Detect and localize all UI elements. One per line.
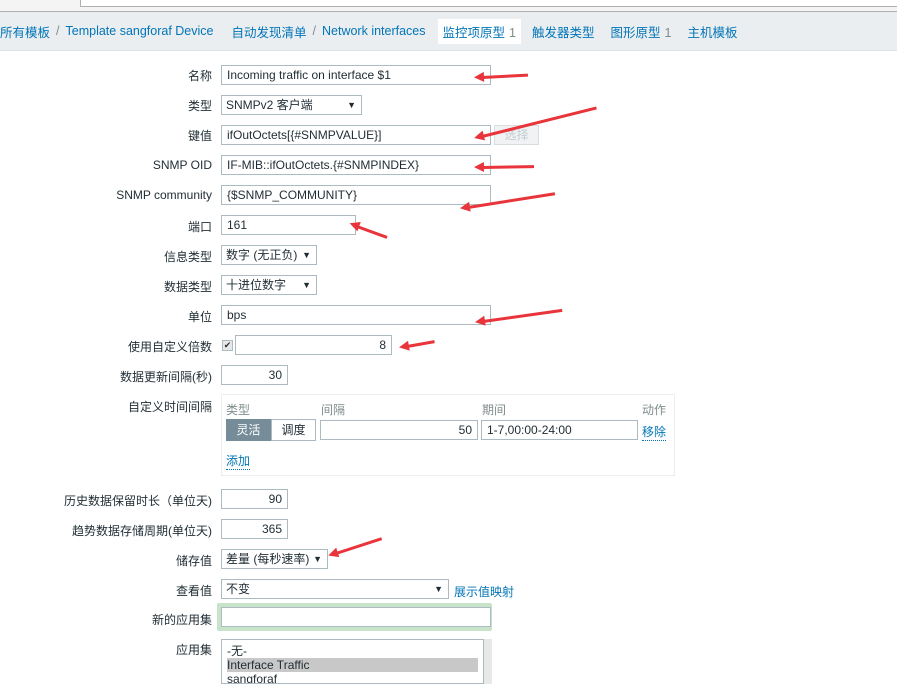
show-value-select[interactable]: 不变 ▼	[221, 579, 449, 599]
update-interval-label: 数据更新间隔(秒)	[120, 370, 212, 384]
show-value-select-value: 不变	[226, 582, 251, 596]
store-value-select-value: 差量 (每秒速率)	[226, 552, 310, 566]
data-type-label: 数据类型	[163, 280, 212, 294]
type-select[interactable]: SNMPv2 客户端 ▼	[221, 95, 362, 115]
breadcrumb-discovery-rule[interactable]: Network interfaces	[322, 24, 426, 38]
key-label: 键值	[187, 129, 212, 143]
breadcrumb-discovery-list[interactable]: 自动发现清单	[232, 22, 307, 41]
type-flexible-toggle[interactable]: 灵活	[226, 419, 271, 441]
units-input[interactable]: bps	[221, 305, 491, 325]
header-period: 期间	[482, 403, 507, 417]
port-label: 端口	[187, 220, 212, 234]
annotation-arrow	[482, 308, 563, 323]
trends-input[interactable]: 365	[221, 519, 288, 539]
multiplier-input[interactable]: 8	[235, 335, 392, 355]
dropdown-arrow-icon: ▼	[313, 554, 322, 564]
application-option-selected[interactable]: Interface Traffic	[227, 658, 478, 672]
dropdown-arrow-icon: ▼	[302, 280, 311, 290]
remove-interval-link[interactable]: 移除	[642, 423, 667, 441]
breadcrumb-template-name[interactable]: Template sangforaf Device	[66, 24, 214, 38]
type-label: 类型	[187, 99, 212, 113]
tab-item-prototypes[interactable]: 监控项原型 1	[437, 18, 521, 44]
header-interval: 间隔	[321, 403, 346, 417]
multiplier-checkbox[interactable]: ✔	[222, 340, 233, 351]
store-value-select[interactable]: 差量 (每秒速率) ▼	[221, 549, 328, 569]
interval-input[interactable]: 50	[320, 420, 478, 440]
breadcrumb-discovery: 自动发现清单 / Network interfaces	[232, 22, 426, 41]
snmp-oid-label: SNMP OID	[152, 158, 212, 172]
name-label: 名称	[187, 69, 212, 83]
multiplier-label: 使用自定义倍数	[127, 340, 212, 354]
breadcrumb-separator: /	[56, 24, 60, 38]
breadcrumb-template: 所有模板 / Template sangforaf Device	[0, 22, 214, 41]
application-option[interactable]: -无-	[227, 644, 478, 658]
tab-label: 主机模板	[687, 25, 738, 40]
applications-listbox[interactable]: -无- Interface Traffic sangforaf	[221, 639, 484, 684]
tab-trigger-prototypes[interactable]: 触发器类型	[527, 19, 600, 44]
dropdown-arrow-icon: ▼	[302, 250, 311, 260]
units-label: 单位	[187, 310, 212, 324]
annotation-arrow	[481, 106, 597, 138]
trends-label: 趋势数据存储周期(单位天)	[72, 524, 212, 538]
info-type-select-value: 数字 (无正负)	[226, 248, 298, 262]
breadcrumb-nav: 所有模板 / Template sangforaf Device 自动发现清单 …	[0, 12, 897, 51]
tab-count: 1	[664, 25, 672, 40]
annotation-arrow	[356, 225, 388, 239]
tab-label: 触发器类型	[531, 25, 595, 40]
update-interval-input[interactable]: 30	[221, 365, 288, 385]
info-type-label: 信息类型	[163, 250, 212, 264]
applications-scrollbar[interactable]	[484, 639, 492, 684]
period-input[interactable]: 1-7,00:00-24:00	[481, 420, 638, 440]
header-type: 类型	[226, 403, 251, 417]
custom-intervals-label: 自定义时间间隔	[127, 400, 212, 414]
snmp-oid-input[interactable]: IF-MIB::ifOutOctets.{#SNMPINDEX}	[221, 155, 491, 175]
snmp-community-input[interactable]: {$SNMP_COMMUNITY}	[221, 185, 491, 205]
history-input[interactable]: 90	[221, 489, 288, 509]
application-option[interactable]: sangforaf	[227, 672, 478, 683]
snmp-community-label: SNMP community	[116, 188, 212, 202]
top-input-frame	[80, 0, 897, 7]
applications-label: 应用集	[175, 643, 212, 657]
show-value-mappings-link[interactable]: 展示值映射	[454, 583, 514, 600]
browser-top-strip	[0, 0, 897, 12]
store-value-label: 储存值	[175, 554, 212, 568]
key-input[interactable]: ifOutOctets[{#SNMPVALUE}]	[221, 125, 491, 145]
breadcrumb-all-templates[interactable]: 所有模板	[0, 22, 50, 41]
info-type-select[interactable]: 数字 (无正负) ▼	[221, 245, 317, 265]
type-select-value: SNMPv2 客户端	[226, 98, 313, 112]
history-label: 历史数据保留时长（单位天)	[64, 494, 212, 508]
header-action: 动作	[642, 403, 667, 417]
new-application-input[interactable]	[221, 607, 491, 627]
dropdown-arrow-icon: ▼	[347, 100, 356, 110]
tab-graph-prototypes[interactable]: 图形原型 1	[606, 19, 677, 44]
tab-count: 1	[509, 25, 516, 40]
type-scheduling-toggle[interactable]: 调度	[271, 419, 316, 441]
annotation-arrow	[406, 340, 435, 348]
show-value-label: 查看值	[175, 584, 212, 598]
tab-host-prototypes[interactable]: 主机模板	[682, 19, 742, 44]
port-input[interactable]: 161	[221, 215, 356, 235]
breadcrumb-separator: /	[312, 24, 316, 38]
data-type-select[interactable]: 十进位数字 ▼	[221, 275, 317, 295]
name-input[interactable]: Incoming traffic on interface $1	[221, 65, 491, 85]
new-application-label: 新的应用集	[151, 613, 212, 627]
tab-label: 图形原型	[610, 25, 661, 40]
annotation-arrow	[335, 537, 383, 555]
annotation-arrow	[481, 165, 535, 169]
add-interval-link[interactable]: 添加	[226, 452, 251, 470]
dropdown-arrow-icon: ▼	[434, 584, 443, 594]
custom-intervals-table: 类型 间隔 期间 动作 灵活 调度 50 1-7,00:00-24:00 移除 …	[221, 394, 675, 476]
checkmark-icon: ✔	[223, 340, 232, 350]
tab-label: 监控项原型	[442, 25, 506, 40]
data-type-select-value: 十进位数字	[226, 278, 287, 292]
